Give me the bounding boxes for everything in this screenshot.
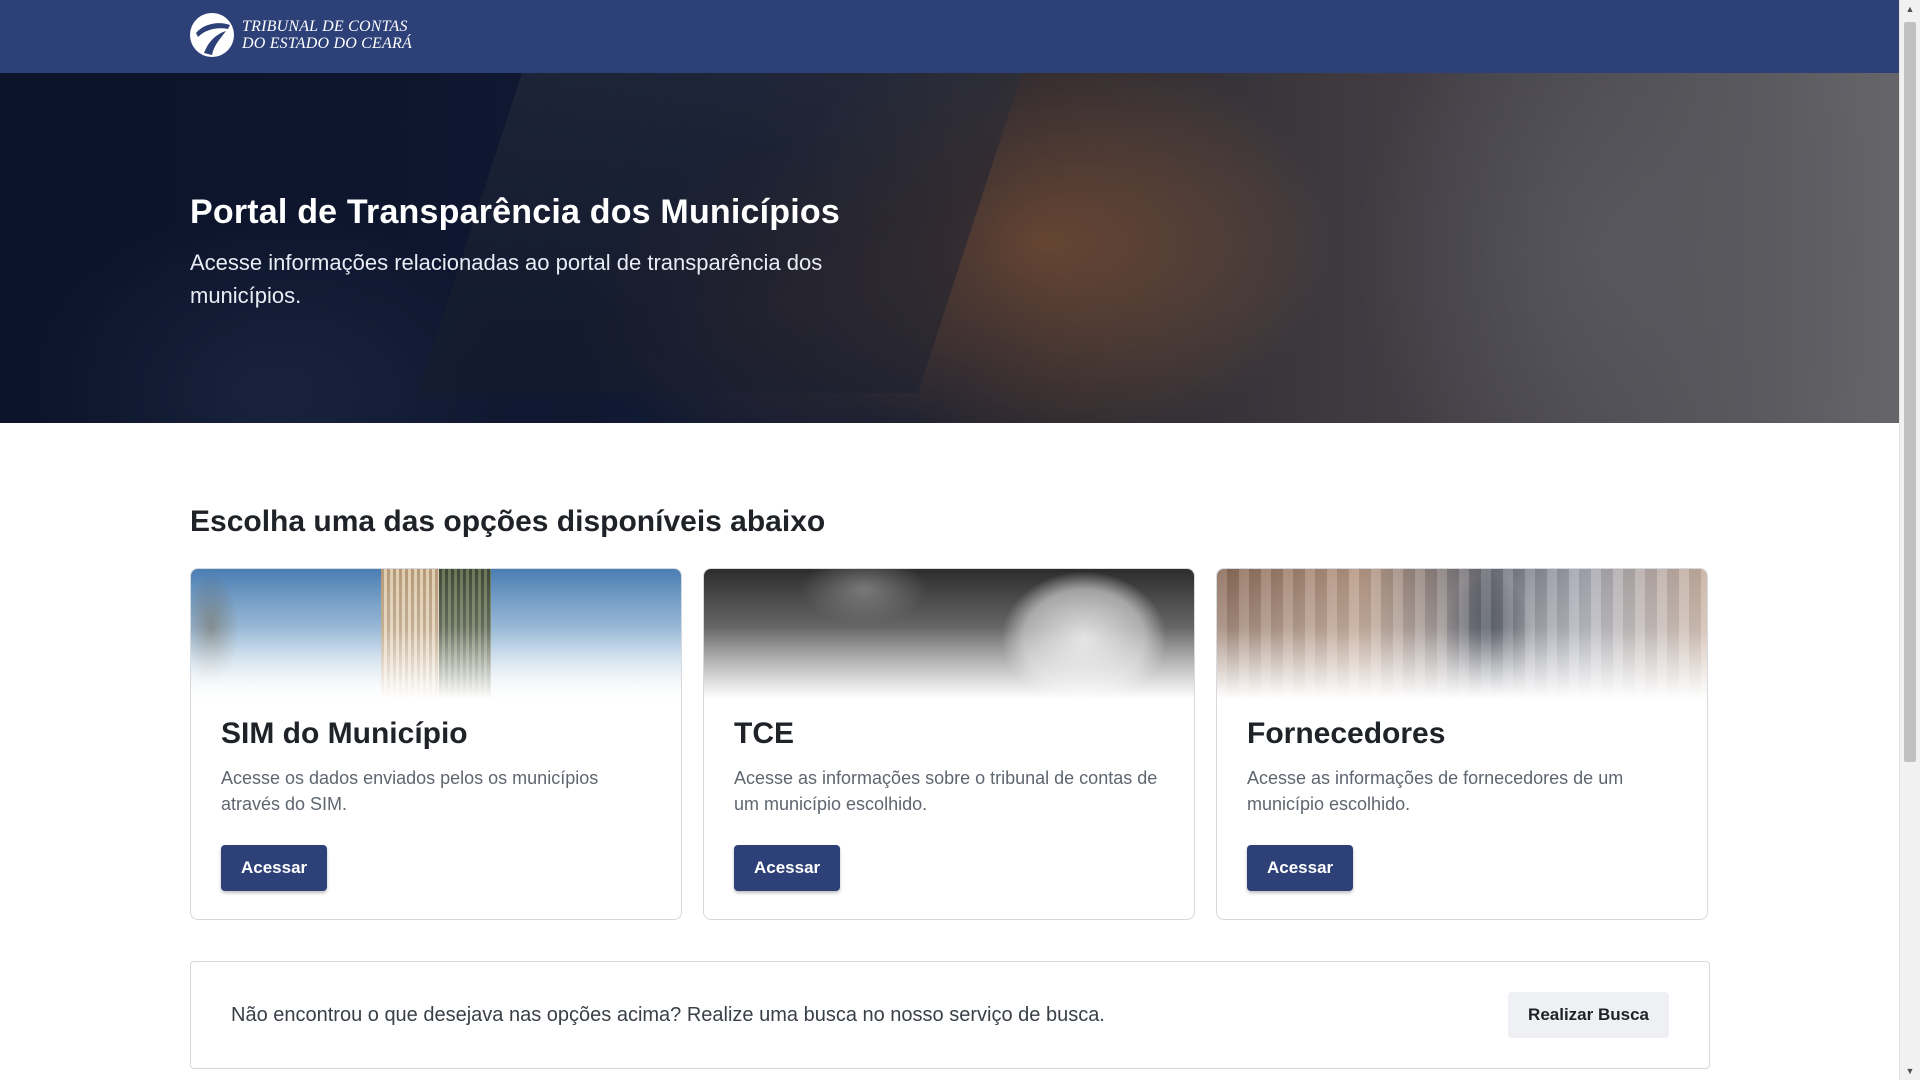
card-image-coins	[704, 569, 1194, 699]
card-title: Fornecedores	[1247, 717, 1446, 750]
search-prompt-box: Não encontrou o que desejava nas opções …	[190, 961, 1710, 1069]
card-tce: TCE Acesse as informações sobre o tribun…	[703, 568, 1195, 920]
options-cards: SIM do Município Acesse os dados enviado…	[190, 568, 1710, 922]
hero-banner: Portal de Transparência dos Municípios A…	[0, 73, 1900, 423]
triangle-down-icon[interactable]: ▼	[1900, 1062, 1920, 1080]
card-sim-municipio: SIM do Município Acesse os dados enviado…	[190, 568, 682, 920]
card-image-buildings	[191, 569, 681, 699]
tce-ce-logo-icon	[190, 13, 234, 57]
building-shape	[439, 569, 491, 699]
page-subtitle: Acesse informações relacionadas ao porta…	[190, 250, 823, 308]
access-button[interactable]: Acessar	[1247, 845, 1354, 891]
page: TRIBUNAL DE CONTAS DO ESTADO DO CEARÁ Po…	[0, 0, 1900, 1080]
card-description: Acesse as informações de fornecedores de…	[1247, 768, 1624, 814]
hero-text: Portal de Transparência dos Municípios A…	[190, 193, 850, 312]
card-title: SIM do Município	[221, 717, 468, 750]
card-fornecedores: Fornecedores Acesse as informações de fo…	[1216, 568, 1708, 920]
page-scrollbar[interactable]: ▲ ▼	[1899, 0, 1920, 1080]
access-button[interactable]: Acessar	[221, 845, 328, 891]
access-button[interactable]: Acessar	[734, 845, 841, 891]
search-prompt-text: Não encontrou o que desejava nas opções …	[231, 1004, 1105, 1026]
logo[interactable]: TRIBUNAL DE CONTAS DO ESTADO DO CEARÁ	[190, 13, 412, 57]
scroll-thumb[interactable]	[1904, 22, 1916, 762]
tree-shape	[191, 569, 261, 699]
section-title: Escolha uma das opções disponíveis abaix…	[190, 505, 826, 538]
page-title: Portal de Transparência dos Municípios	[190, 193, 840, 231]
top-bar: TRIBUNAL DE CONTAS DO ESTADO DO CEARÁ	[0, 0, 1900, 73]
building-shape	[381, 569, 439, 699]
card-image-warehouse	[1217, 569, 1707, 699]
search-button[interactable]: Realizar Busca	[1508, 992, 1669, 1038]
card-title: TCE	[734, 717, 794, 750]
logo-line-1: TRIBUNAL DE CONTAS	[242, 18, 408, 35]
card-description: Acesse as informações sobre o tribunal d…	[734, 768, 1158, 814]
triangle-up-icon[interactable]: ▲	[1900, 0, 1920, 18]
card-description: Acesse os dados enviados pelos os municí…	[221, 768, 599, 814]
logo-text: TRIBUNAL DE CONTAS DO ESTADO DO CEARÁ	[242, 18, 412, 52]
logo-line-2: DO ESTADO DO CEARÁ	[242, 35, 412, 52]
